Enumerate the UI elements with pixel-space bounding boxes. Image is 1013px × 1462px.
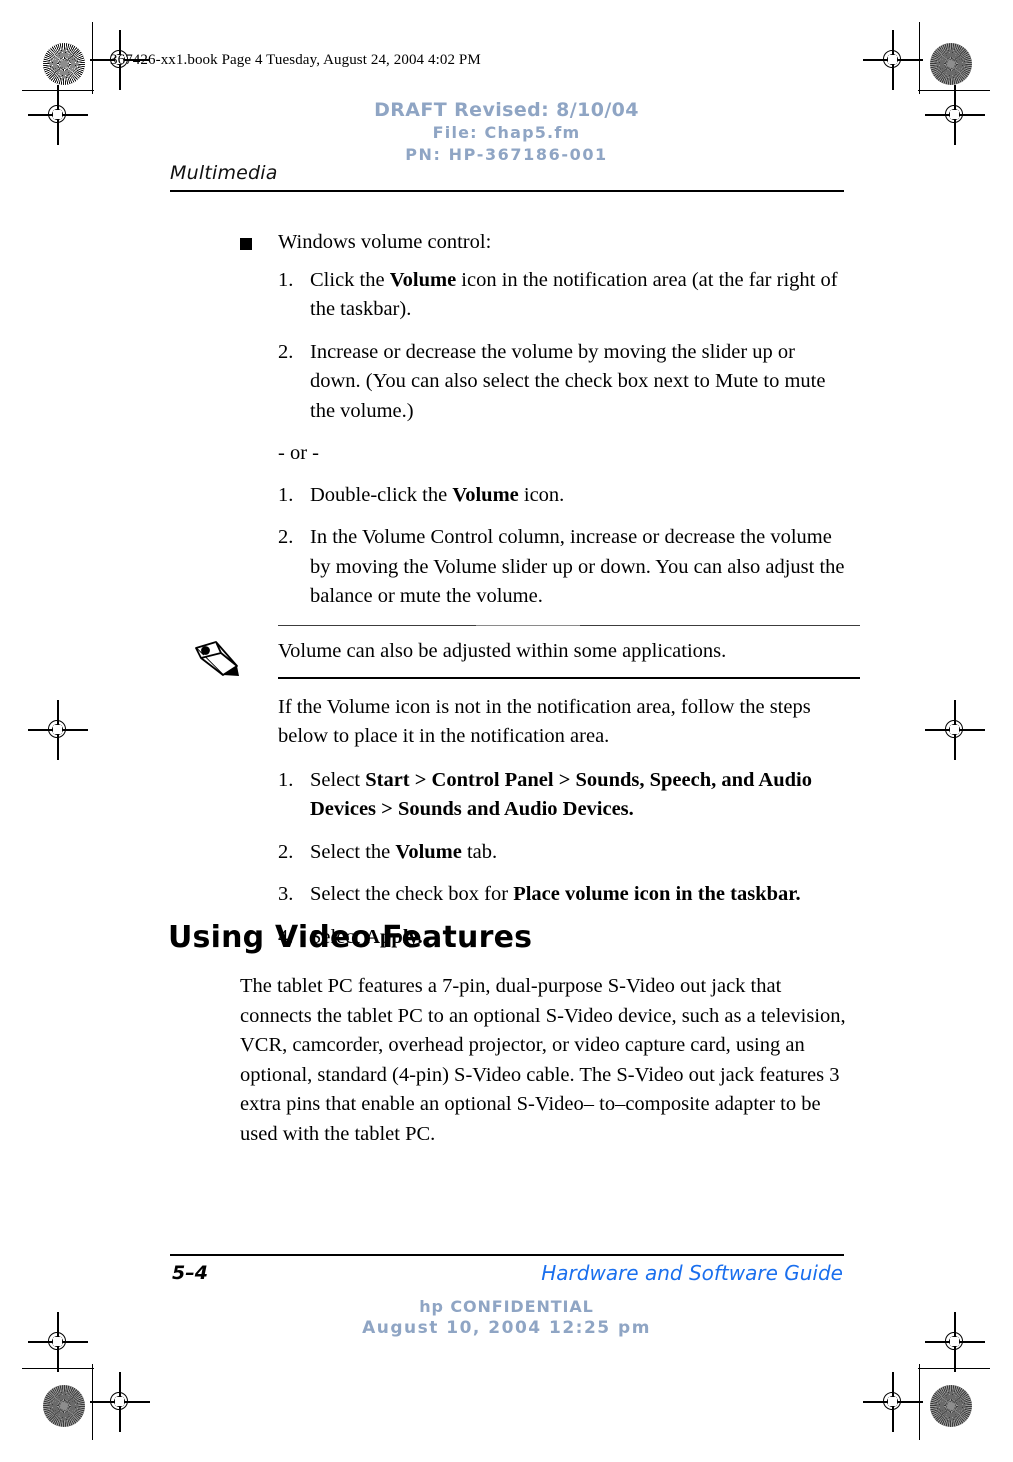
document-page: 367426-xx1.book Page 4 Tuesday, August 2… <box>0 0 1013 1462</box>
confidential-stamp: hp CONFIDENTIAL August 10, 2004 12:25 pm <box>0 1296 1013 1340</box>
plain-text: Select the <box>310 840 396 863</box>
crop-line-top-right-vertical <box>919 22 921 94</box>
running-head-chapter: Multimedia <box>170 162 278 184</box>
list-item: 2. In the Volume Control column, increase… <box>170 523 860 612</box>
list-item: 3. Select the check box for Place volume … <box>170 880 860 910</box>
confidential-date: August 10, 2004 12:25 pm <box>362 1318 651 1338</box>
list-item: 1. Click the Volume icon in the notificat… <box>170 266 860 325</box>
list-item-number: 2. <box>278 340 294 363</box>
note-rule-bottom <box>278 677 860 679</box>
square-bullet-icon <box>240 238 252 250</box>
footer-rule <box>170 1254 844 1256</box>
list-item-text: Increase or decrease the volume by movin… <box>310 338 860 427</box>
steps-list-a: 1. Click the Volume icon in the notificat… <box>170 266 860 427</box>
emphasis-text: Volume <box>389 268 457 291</box>
running-head-rule <box>170 190 844 192</box>
list-item-number: 1. <box>278 768 294 791</box>
guide-title: Hardware and Software Guide <box>541 1261 843 1285</box>
registration-target-left-edge-middle <box>28 700 88 760</box>
draft-header-block: DRAFT Revised: 8/10/04 File: Chap5.fm PN… <box>0 98 1013 166</box>
bullet-item-windows-volume-control: Windows volume control: <box>170 228 860 258</box>
list-item-text: In the Volume Control column, increase o… <box>310 523 860 612</box>
crop-line-left-lower-horizontal <box>22 1368 94 1370</box>
or-separator: - or - <box>278 442 319 464</box>
list-item-number: 2. <box>278 526 294 548</box>
registration-target-bottom-left <box>90 1372 150 1432</box>
list-item-text: Select the Volume tab. <box>310 838 860 868</box>
body-column: Windows volume control: 1. Click the Volu… <box>170 228 860 965</box>
crop-line-bottom-right-vertical <box>919 1364 921 1440</box>
list-item-text: Select Start > Control Panel > Sounds, S… <box>310 766 860 825</box>
registration-starburst-bottom-right <box>930 1385 972 1427</box>
crop-line-top-left-vertical <box>92 22 94 94</box>
note-text: Volume can also be adjusted within some … <box>278 639 727 662</box>
plain-text: icon. <box>518 483 565 506</box>
plain-text: Click the <box>310 268 390 291</box>
book-file-stamp: 367426-xx1.book Page 4 Tuesday, August 2… <box>110 52 481 68</box>
list-item-number: 3. <box>278 883 294 905</box>
bullet-item-label: Windows volume control: <box>278 231 492 253</box>
crop-line-right-lower-horizontal <box>918 1368 990 1370</box>
pencil-icon <box>192 639 244 679</box>
crop-line-right-upper-horizontal <box>918 90 990 92</box>
emphasis-text: Volume <box>452 483 519 506</box>
page-title: Using Video Features <box>168 920 533 955</box>
list-item-text: Select the check box for Place volume ic… <box>310 880 860 910</box>
registration-starburst-top-left <box>43 43 85 85</box>
confidential-label: hp CONFIDENTIAL <box>419 1297 594 1316</box>
emphasis-text: Place volume icon in the taskbar. <box>513 883 801 905</box>
list-item-number: 2. <box>278 840 294 863</box>
registration-target-right-edge-middle <box>925 700 985 760</box>
crop-line-left-upper-horizontal <box>22 90 94 92</box>
registration-starburst-bottom-left <box>43 1385 85 1427</box>
list-item: 2. Increase or decrease the volume by mov… <box>170 338 860 427</box>
video-features-paragraph: The tablet PC features a 7-pin, dual-pur… <box>240 975 846 1145</box>
list-item: 1. Select Start > Control Panel > Sounds,… <box>170 766 860 825</box>
registration-target-top-right <box>863 30 923 90</box>
page-number: 5–4 <box>172 1262 208 1284</box>
draft-pn-line: PN: HP-367186-001 <box>405 145 608 164</box>
steps-list-b: 1. Double-click the Volume icon. 2. In the … <box>170 481 860 612</box>
notification-area-paragraph: If the Volume icon is not in the notific… <box>278 695 811 748</box>
draft-revised-line: DRAFT Revised: 8/10/04 <box>374 99 639 121</box>
plain-text: Select <box>310 768 366 791</box>
note-callout: Volume can also be adjusted within some … <box>170 624 860 679</box>
plain-text: Select the check box for <box>310 883 514 905</box>
list-item-text: Double-click the Volume icon. <box>310 481 860 511</box>
registration-starburst-top-right <box>930 43 972 85</box>
plain-text: In the Volume Control column, increase o… <box>310 526 845 607</box>
emphasis-text: Volume <box>395 840 462 863</box>
plain-text: tab. <box>461 840 498 863</box>
registration-target-bottom-right <box>863 1372 923 1432</box>
draft-file-line: File: Chap5.fm <box>432 123 581 142</box>
note-rule-top <box>278 624 860 626</box>
list-item-text: Click the Volume icon in the notificatio… <box>310 266 860 325</box>
crop-line-bottom-left-vertical <box>92 1364 94 1440</box>
emphasis-text: Start > Control Panel > Sounds, Speech, … <box>310 768 812 821</box>
plain-text: Increase or decrease the volume by movin… <box>310 340 826 422</box>
list-item: 1. Double-click the Volume icon. <box>170 481 860 511</box>
list-item: 2. Select the Volume tab. <box>170 838 860 868</box>
plain-text: Double-click the <box>310 483 453 506</box>
list-item-number: 1. <box>278 268 294 291</box>
list-item-number: 1. <box>278 483 294 506</box>
